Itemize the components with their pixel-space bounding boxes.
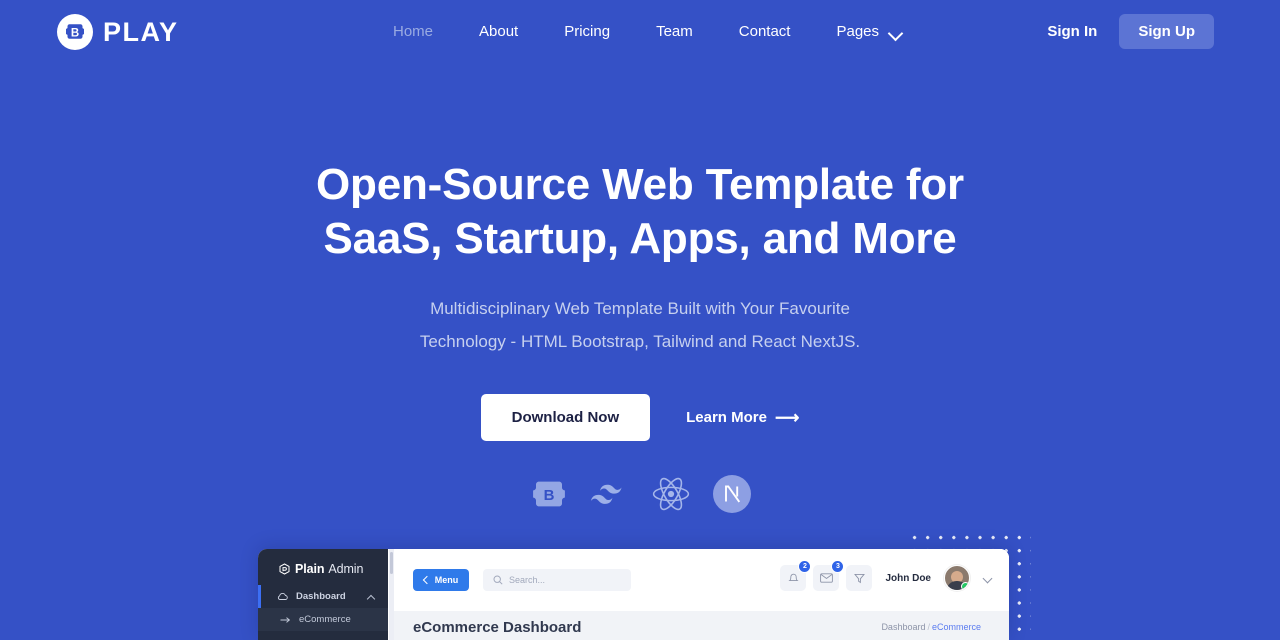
hero-title-line-2: SaaS, Startup, Apps, and More: [323, 214, 957, 263]
mail-icon: [820, 573, 833, 583]
chevron-left-icon: [422, 575, 431, 585]
dashboard-content-header: eCommerce Dashboard Dashboard / eCommerce: [394, 611, 1009, 640]
avatar[interactable]: [944, 565, 970, 591]
search-icon: [493, 575, 503, 585]
bell-icon: [788, 573, 799, 582]
notifications-button[interactable]: 2: [780, 560, 812, 591]
messages-button[interactable]: 3: [813, 560, 845, 591]
dashboard-main: Menu Search... 2 3 John Doe eCommerce Da…: [394, 549, 1009, 640]
search-input[interactable]: Search...: [483, 569, 631, 591]
main-navigation: Home About Pricing Team Contact Pages: [370, 0, 926, 64]
breadcrumb: Dashboard / eCommerce: [881, 622, 981, 632]
dashboard-page-title: eCommerce Dashboard: [413, 619, 582, 636]
sidebar-item-ecommerce[interactable]: eCommerce: [258, 608, 388, 631]
bootstrap-icon: B: [529, 474, 569, 514]
nav-item-contact[interactable]: Contact: [716, 0, 814, 64]
page-title: Open-Source Web Template for SaaS, Start…: [0, 158, 1280, 266]
dashboard-topbar: Menu Search... 2 3 John Doe: [394, 549, 1009, 611]
sidebar-item-dashboard-label: Dashboard: [296, 591, 346, 602]
nav-item-about[interactable]: About: [456, 0, 541, 64]
hero-subtitle-line-1: Multidisciplinary Web Template Built wit…: [430, 299, 850, 318]
arrow-right-icon: ⟶: [774, 408, 800, 427]
nav-item-pricing[interactable]: Pricing: [541, 0, 633, 64]
nav-item-home[interactable]: Home: [370, 0, 456, 64]
technology-logos: B: [0, 474, 1280, 514]
sign-up-button[interactable]: Sign Up: [1119, 14, 1214, 49]
learn-more-label: Learn More: [686, 409, 767, 426]
dashboard-preview-image: Plain Admin Dashboard eCommerce Menu Sea…: [258, 549, 1009, 640]
menu-toggle-label: Menu: [434, 575, 459, 585]
svg-text:B: B: [71, 27, 79, 39]
hero-subtitle: Multidisciplinary Web Template Built wit…: [0, 292, 1280, 358]
plainadmin-logo-bold: Plain: [295, 562, 325, 576]
hero-title-line-1: Open-Source Web Template for: [316, 160, 964, 209]
site-header: B PLAY Home About Pricing Team Contact P…: [0, 0, 1280, 64]
brand-name: PLAY: [103, 16, 179, 47]
nav-item-pages-label: Pages: [836, 23, 880, 40]
learn-more-link[interactable]: Learn More ⟶: [686, 409, 799, 426]
topbar-actions: 2 3 John Doe: [780, 560, 1009, 591]
search-placeholder: Search...: [509, 575, 546, 585]
svg-text:B: B: [543, 487, 554, 504]
filter-button[interactable]: [846, 565, 873, 591]
hero-subtitle-line-2: Technology - HTML Bootstrap, Tailwind an…: [419, 332, 861, 351]
chevron-down-icon: [890, 28, 903, 36]
sidebar-item-dashboard[interactable]: Dashboard: [258, 585, 388, 608]
user-menu-chevron-down-icon[interactable]: [984, 575, 993, 581]
chevron-up-icon: [367, 594, 375, 599]
filter-icon: [853, 573, 865, 583]
notification-badge: 2: [798, 560, 812, 573]
tailwind-icon: [590, 474, 630, 514]
breadcrumb-current: eCommerce: [931, 622, 981, 632]
message-badge: 3: [831, 560, 845, 573]
brand-logo[interactable]: B PLAY: [56, 13, 179, 51]
plainadmin-mark-icon: [278, 562, 291, 576]
sidebar-item-ecommerce-label: eCommerce: [299, 614, 351, 625]
hero-section: Open-Source Web Template for SaaS, Start…: [0, 0, 1280, 514]
sign-in-link[interactable]: Sign In: [1039, 23, 1105, 40]
dashboard-sidebar: Plain Admin Dashboard eCommerce: [258, 549, 388, 640]
plainadmin-logo: Plain Admin: [258, 549, 388, 576]
react-icon: [651, 474, 691, 514]
nav-item-pages[interactable]: Pages: [813, 0, 926, 64]
arrow-right-icon: [280, 616, 291, 623]
nav-item-team[interactable]: Team: [633, 0, 716, 64]
online-status-indicator: [961, 582, 969, 590]
breadcrumb-root[interactable]: Dashboard: [881, 622, 925, 632]
scrollbar-thumb[interactable]: [390, 552, 393, 574]
auth-actions: Sign In Sign Up: [1039, 14, 1214, 49]
cloud-icon: [277, 593, 288, 600]
plainadmin-logo-light: Admin: [328, 562, 364, 576]
download-now-button[interactable]: Download Now: [480, 394, 651, 441]
menu-toggle-button[interactable]: Menu: [413, 569, 469, 591]
hero-cta-group: Download Now Learn More ⟶: [0, 394, 1280, 441]
user-name-label: John Doe: [885, 572, 931, 584]
nextjs-icon: [712, 474, 752, 514]
bootstrap-b-logo-icon: B: [56, 13, 94, 51]
